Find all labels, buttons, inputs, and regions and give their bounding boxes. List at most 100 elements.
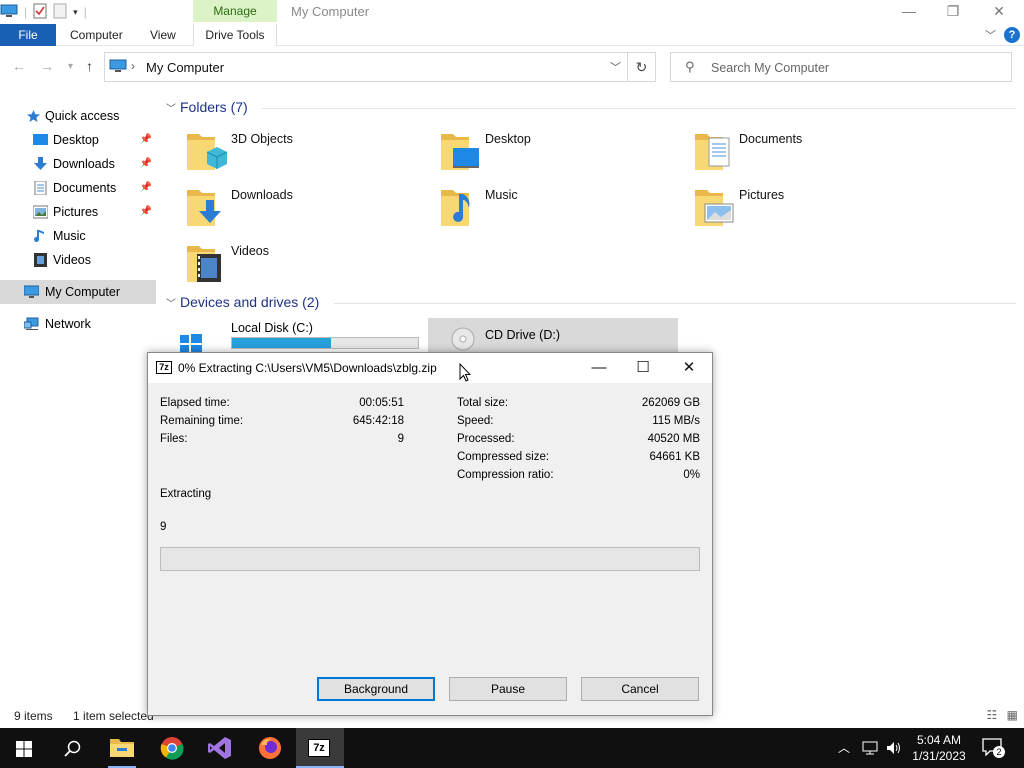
sidebar-item-downloads[interactable]: Downloads 📌: [0, 152, 156, 176]
pin-icon[interactable]: 📌: [140, 128, 152, 152]
files-label: Files:: [160, 433, 188, 445]
back-icon[interactable]: ←: [12, 58, 26, 74]
drive-usage-fill: [232, 338, 331, 348]
separator: |: [24, 5, 28, 19]
dialog-close-button[interactable]: ✕: [666, 353, 712, 383]
music-icon: [34, 230, 44, 242]
7zip-icon: 7z: [156, 361, 172, 374]
large-icons-view-icon[interactable]: ▦: [1007, 708, 1018, 722]
explorer-titlebar: | ▾ | Manage My Computer — ❐ ✕: [0, 0, 1024, 24]
sidebar-item-pictures[interactable]: Pictures 📌: [0, 200, 156, 224]
start-button[interactable]: [0, 728, 48, 768]
sidebar-item-label: Music: [53, 229, 86, 243]
taskbar-7zip[interactable]: 7z: [296, 728, 344, 768]
recent-locations-icon[interactable]: ▾: [68, 61, 73, 72]
ribbon-tabs: File Computer View Drive Tools ﹀ ?: [0, 24, 1024, 46]
pin-icon[interactable]: 📌: [140, 152, 152, 176]
tab-view[interactable]: View: [138, 24, 188, 46]
volume-icon[interactable]: [886, 741, 902, 755]
address-bar[interactable]: › My Computer ﹀ ↻: [104, 52, 656, 82]
folder-label: Desktop: [485, 132, 531, 146]
total-size-value: 262069 GB: [641, 397, 700, 409]
taskbar-search-button[interactable]: [48, 728, 96, 768]
network-status-icon[interactable]: [862, 741, 878, 755]
sidebar-item-music[interactable]: Music: [0, 224, 156, 248]
search-placeholder[interactable]: Search My Computer: [711, 61, 829, 75]
folder-desktop[interactable]: Desktop: [439, 130, 679, 178]
sidebar-item-label: My Computer: [45, 285, 121, 299]
star-icon: [27, 110, 40, 122]
processed-value: 40520 MB: [647, 433, 700, 445]
extract-progress-bar: [160, 547, 700, 571]
pin-icon[interactable]: 📌: [140, 176, 152, 200]
dialog-maximize-button[interactable]: ☐: [620, 353, 666, 383]
chevron-right-icon[interactable]: ›: [131, 59, 135, 73]
background-button[interactable]: Background: [317, 677, 435, 701]
folder-downloads[interactable]: Downloads: [185, 186, 425, 234]
address-path[interactable]: My Computer: [146, 60, 224, 75]
show-hidden-icons-icon[interactable]: ︿: [838, 739, 850, 756]
computer-icon: [24, 285, 39, 298]
sidebar-item-desktop[interactable]: Desktop 📌: [0, 128, 156, 152]
clock-time: 5:04 AM: [916, 733, 962, 747]
taskbar-clock[interactable]: 5:04 AM 1/31/2023: [904, 732, 974, 764]
group-header-devices[interactable]: ﹀ Devices and drives (2): [166, 294, 319, 310]
folder-pictures[interactable]: Pictures: [693, 186, 933, 234]
taskbar-visual-studio[interactable]: [196, 728, 244, 768]
folder-label: Videos: [231, 244, 269, 258]
sidebar-item-label: Network: [45, 317, 91, 331]
tab-drive-tools[interactable]: Drive Tools: [193, 24, 277, 46]
forward-icon[interactable]: →: [40, 58, 54, 74]
dialog-title: 0% Extracting C:\Users\VM5\Downloads\zbl…: [178, 361, 437, 375]
chevron-down-icon[interactable]: ﹀: [610, 59, 621, 75]
video-icon: [34, 253, 47, 267]
folder-3d-objects[interactable]: 3D Objects: [185, 130, 425, 178]
chevron-down-icon[interactable]: ﹀: [166, 100, 180, 115]
cancel-button[interactable]: Cancel: [581, 677, 699, 701]
minimize-button[interactable]: —: [886, 0, 932, 22]
tab-computer[interactable]: Computer: [58, 24, 135, 46]
taskbar-file-explorer[interactable]: [98, 728, 146, 768]
desktop-icon: [33, 134, 48, 145]
help-icon[interactable]: ?: [1004, 27, 1020, 43]
properties-icon[interactable]: [33, 3, 47, 22]
clock-date: 1/31/2023: [912, 749, 966, 763]
dialog-minimize-button[interactable]: —: [576, 353, 622, 383]
search-box[interactable]: ⚲ Search My Computer: [670, 52, 1012, 82]
up-icon[interactable]: ↑: [86, 58, 93, 74]
action-center-button[interactable]: 2: [982, 738, 1006, 758]
mouse-cursor-icon: [459, 363, 471, 382]
folder-label: Documents: [739, 132, 803, 146]
sidebar-item-network[interactable]: Network: [0, 312, 156, 336]
elapsed-time-label: Elapsed time:: [160, 397, 230, 409]
folder-videos[interactable]: Videos: [185, 242, 425, 290]
sidebar-item-my-computer[interactable]: My Computer: [0, 280, 156, 304]
folder-label: Pictures: [739, 188, 785, 202]
dialog-titlebar[interactable]: 7z 0% Extracting C:\Users\VM5\Downloads\…: [148, 353, 712, 383]
customize-qat-icon[interactable]: ▾: [73, 7, 78, 18]
close-button[interactable]: ✕: [976, 0, 1022, 22]
new-folder-icon[interactable]: [53, 3, 67, 22]
folder-documents[interactable]: Documents: [693, 130, 933, 178]
taskbar-firefox[interactable]: [246, 728, 294, 768]
group-header-folders[interactable]: ﹀ Folders (7): [166, 99, 248, 115]
details-view-icon[interactable]: ☷: [987, 708, 998, 722]
tab-file[interactable]: File: [0, 24, 56, 46]
taskbar-chrome[interactable]: [148, 728, 196, 768]
maximize-button[interactable]: ❐: [930, 0, 976, 22]
collapse-ribbon-icon[interactable]: ﹀: [985, 27, 996, 43]
computer-icon[interactable]: [0, 4, 18, 21]
chevron-down-icon[interactable]: ﹀: [166, 295, 180, 310]
sidebar-item-quick-access[interactable]: Quick access: [0, 104, 156, 128]
pause-button[interactable]: Pause: [449, 677, 567, 701]
sidebar-item-documents[interactable]: Documents 📌: [0, 176, 156, 200]
sidebar-item-videos[interactable]: Videos: [0, 248, 156, 272]
pin-icon[interactable]: 📌: [140, 200, 152, 224]
group-divider: [334, 303, 1016, 304]
folder-music[interactable]: Music: [439, 186, 679, 234]
total-size-label: Total size:: [457, 397, 509, 409]
folder-music-icon: [441, 190, 470, 226]
tab-manage[interactable]: Manage: [193, 0, 277, 22]
status-selection: 1 item selected: [73, 709, 154, 723]
refresh-icon[interactable]: ↻: [627, 53, 655, 81]
